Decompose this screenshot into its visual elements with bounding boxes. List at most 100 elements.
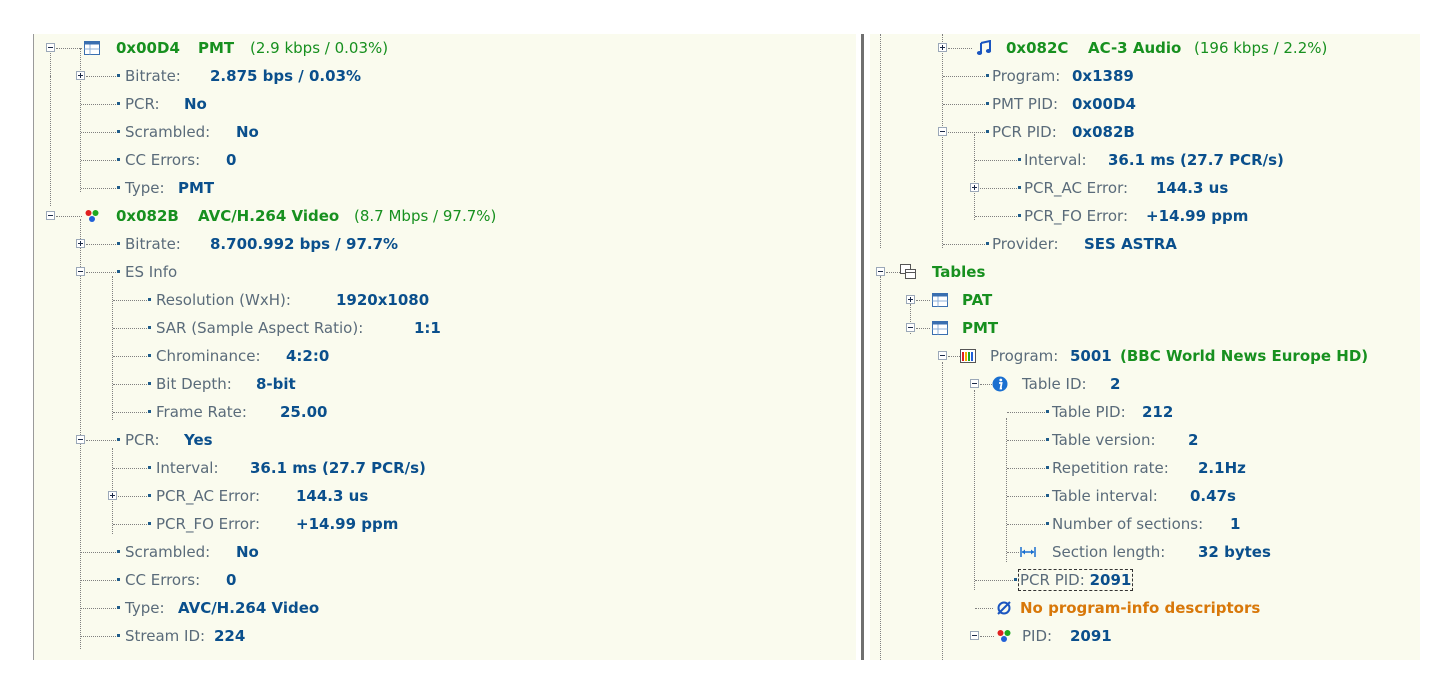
bullet-icon xyxy=(148,522,151,525)
tree-node-pcr-ac-error[interactable]: PCR_AC Error: 144.3 us xyxy=(34,482,854,510)
expand-toggle[interactable] xyxy=(938,43,947,52)
tree-node-pcr[interactable]: PCR: Yes xyxy=(34,426,854,454)
node-value: 212 xyxy=(1142,403,1174,421)
tree-node-number-of-sections[interactable]: Number of sections: 1 xyxy=(870,510,1418,538)
tree-node-pcr[interactable]: PCR: No xyxy=(34,90,854,118)
node-label: PCR_FO Error: xyxy=(156,515,260,533)
tree-connector xyxy=(113,328,147,329)
collapse-toggle[interactable] xyxy=(906,323,915,332)
tree-connector xyxy=(81,160,116,161)
tree-connector xyxy=(975,608,993,609)
pane-splitter[interactable] xyxy=(861,34,864,660)
tree-node-pcr-fo-error[interactable]: PCR_FO Error: +14.99 ppm xyxy=(870,202,1418,230)
bullet-icon xyxy=(1018,214,1021,217)
tree-connector xyxy=(113,300,147,301)
tree-node-chrominance[interactable]: Chrominance: 4:2:0 xyxy=(34,342,854,370)
tree-node-frame-rate[interactable]: Frame Rate: 25.00 xyxy=(34,398,854,426)
expand-toggle[interactable] xyxy=(906,295,915,304)
tree-node-pat[interactable]: PAT xyxy=(870,286,1418,314)
tree-node-scrambled[interactable]: Scrambled: No xyxy=(34,118,854,146)
node-value: 0x00D4 xyxy=(1072,95,1136,113)
tree-node-stream-id[interactable]: Stream ID: 224 xyxy=(34,622,854,650)
tree-connector xyxy=(1007,524,1045,525)
tree-node-interval[interactable]: Interval: 36.1 ms (27.7 PCR/s) xyxy=(870,146,1418,174)
node-value: 2 xyxy=(1188,431,1199,449)
node-value: 25.00 xyxy=(280,403,328,421)
node-value: 1:1 xyxy=(414,319,441,337)
bullet-icon xyxy=(148,326,151,329)
tree-node-pcr-fo-error[interactable]: PCR_FO Error: +14.99 ppm xyxy=(34,510,854,538)
node-label: PCR_AC Error: xyxy=(1024,179,1129,197)
tree-node-bitrate[interactable]: Bitrate: 2.875 bps / 0.03% xyxy=(34,62,854,90)
node-label: PCR_AC Error: xyxy=(156,487,261,505)
collapse-toggle[interactable] xyxy=(938,127,947,136)
collapse-toggle[interactable] xyxy=(46,43,55,52)
tree-node-tables[interactable]: Tables xyxy=(870,258,1418,286)
tree-node-pcr-ac-error[interactable]: PCR_AC Error: 144.3 us xyxy=(870,174,1418,202)
tree-node-pmt-pid[interactable]: PMT PID: 0x00D4 xyxy=(870,90,1418,118)
expand-toggle[interactable] xyxy=(970,183,979,192)
node-label: Interval: xyxy=(156,459,219,477)
tree-node-pmt[interactable]: PMT xyxy=(870,314,1418,342)
focused-item[interactable]: PCR PID: 2091 xyxy=(1018,569,1134,591)
tree-node-cc-errors[interactable]: CC Errors: 0 xyxy=(34,146,854,174)
tree-node-program[interactable]: Program: 0x1389 xyxy=(870,62,1418,90)
collapse-toggle[interactable] xyxy=(76,435,85,444)
collapse-toggle[interactable] xyxy=(46,211,55,220)
bullet-icon xyxy=(117,102,120,105)
bullet-icon xyxy=(117,158,120,161)
left-tree-view[interactable]: 0x00D4 PMT (2.9 kbps / 0.03%) Bitrate: 2… xyxy=(34,34,856,660)
node-label: PAT xyxy=(962,291,993,309)
tree-connector xyxy=(86,244,116,245)
node-label: Scrambled: xyxy=(125,543,211,561)
tree-node-type[interactable]: Type: AVC/H.264 Video xyxy=(34,594,854,622)
tree-node-table-version[interactable]: Table version: 2 xyxy=(870,426,1418,454)
node-label: SAR (Sample Aspect Ratio): xyxy=(156,319,364,337)
collapse-toggle[interactable] xyxy=(76,267,85,276)
expand-toggle[interactable] xyxy=(76,239,85,248)
node-label: Chrominance: xyxy=(156,347,261,365)
tree-connector xyxy=(113,468,147,469)
collapse-toggle[interactable] xyxy=(876,267,885,276)
tree-node-audio-stream[interactable]: 0x082C AC-3 Audio (196 kbps / 2.2%) xyxy=(870,34,1418,62)
tree-node-table-id[interactable]: Table ID: 2 xyxy=(870,370,1418,398)
tree-node-no-descriptors[interactable]: No program-info descriptors xyxy=(870,594,1418,622)
node-label: Stream ID: xyxy=(125,627,206,645)
tree-node-type[interactable]: Type: PMT xyxy=(34,174,854,202)
tree-node-interval[interactable]: Interval: 36.1 ms (27.7 PCR/s) xyxy=(34,454,854,482)
node-value: 5001 xyxy=(1070,347,1112,365)
tree-node-cc-errors[interactable]: CC Errors: 0 xyxy=(34,566,854,594)
tree-node-bitrate[interactable]: Bitrate: 8.700.992 bps / 97.7% xyxy=(34,230,854,258)
tree-node-table-pid[interactable]: Table PID: 212 xyxy=(870,398,1418,426)
node-label: PCR_FO Error: xyxy=(1024,207,1128,225)
tree-node-pmt-program[interactable]: Program: 5001 (BBC World News Europe HD) xyxy=(870,342,1418,370)
tree-node-video-stream[interactable]: 0x082B AVC/H.264 Video (8.7 Mbps / 97.7%… xyxy=(34,202,854,230)
tree-node-bit-depth[interactable]: Bit Depth: 8-bit xyxy=(34,370,854,398)
tree-connector xyxy=(86,76,116,77)
tree-node-sar[interactable]: SAR (Sample Aspect Ratio): 1:1 xyxy=(34,314,854,342)
collapse-toggle[interactable] xyxy=(970,631,979,640)
tree-node-es-info[interactable]: ES Info xyxy=(34,258,854,286)
expand-toggle[interactable] xyxy=(76,71,85,80)
node-value: 1920x1080 xyxy=(336,291,430,309)
tree-node-repetition-rate[interactable]: Repetition rate: 2.1Hz xyxy=(870,454,1418,482)
node-value: 0 xyxy=(226,571,237,589)
tree-node-resolution[interactable]: Resolution (WxH): 1920x1080 xyxy=(34,286,854,314)
tree-node-pcr-pid-selected[interactable]: PCR PID: 2091 xyxy=(870,566,1418,594)
tree-node-provider[interactable]: Provider: SES ASTRA xyxy=(870,230,1418,258)
tree-node-pmt-stream[interactable]: 0x00D4 PMT (2.9 kbps / 0.03%) xyxy=(34,34,854,62)
tree-node-section-length[interactable]: Section length: 32 bytes xyxy=(870,538,1418,566)
expand-toggle[interactable] xyxy=(108,491,117,500)
tree-node-pid[interactable]: PID: 2091 xyxy=(870,622,1418,650)
collapse-toggle[interactable] xyxy=(938,351,947,360)
bullet-icon xyxy=(1046,494,1049,497)
right-tree-view[interactable]: 0x082C AC-3 Audio (196 kbps / 2.2%) Prog… xyxy=(870,34,1420,660)
tree-node-pcr-pid[interactable]: PCR PID: 0x082B xyxy=(870,118,1418,146)
node-value: AVC/H.264 Video xyxy=(178,599,320,617)
tables-group-icon xyxy=(900,264,916,279)
collapse-toggle[interactable] xyxy=(970,379,979,388)
service-name: (BBC World News Europe HD) xyxy=(1120,347,1369,365)
tree-node-scrambled[interactable]: Scrambled: No xyxy=(34,538,854,566)
tree-connector xyxy=(81,132,116,133)
tree-node-table-interval[interactable]: Table interval: 0.47s xyxy=(870,482,1418,510)
